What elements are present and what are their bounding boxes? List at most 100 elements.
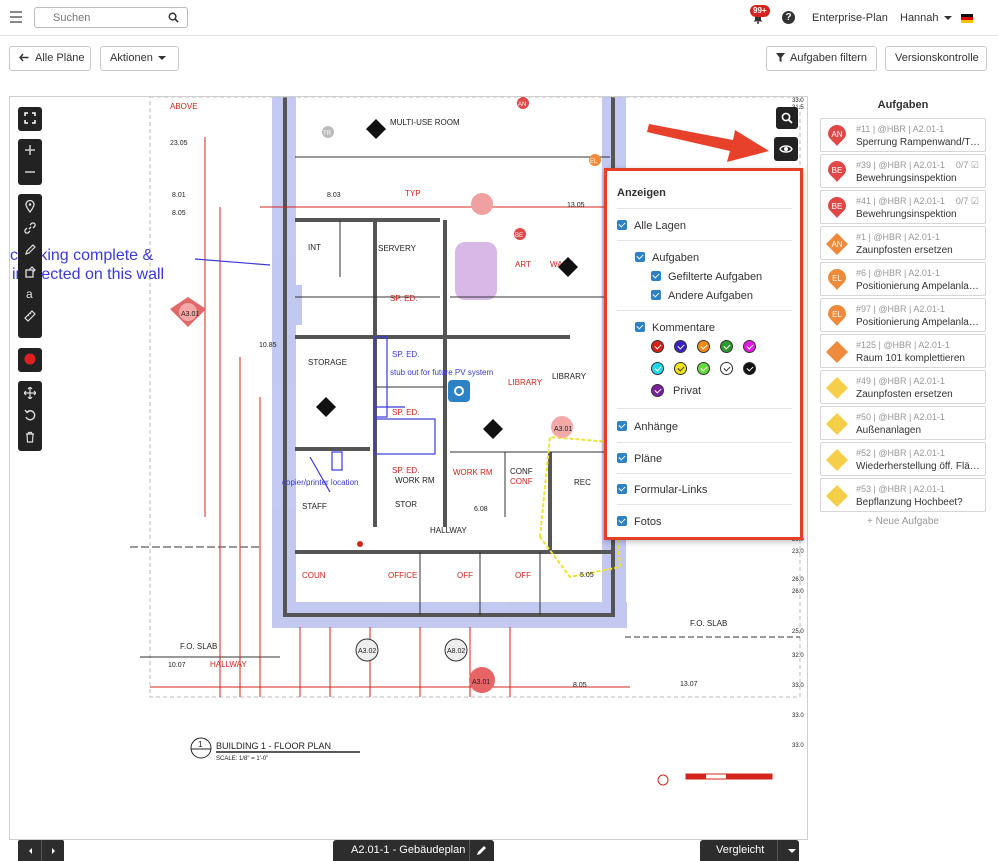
notification-badge[interactable]: 99+ [750,5,770,17]
pin-tool[interactable] [18,195,42,217]
link-tool[interactable] [18,217,42,239]
comment-color-swatch[interactable] [697,362,710,375]
comment-color-swatch[interactable] [743,340,756,353]
checkbox[interactable] [617,484,627,494]
comment-color-swatch[interactable] [674,362,687,375]
svg-text:26.0: 26.0 [792,589,804,595]
task-card[interactable]: #53 | @HBR | A2.01-1 Bepflanzung Hochbeet… [820,478,986,512]
comment-color-swatch[interactable] [651,362,664,375]
markup-text[interactable]: stub out for future PV system [390,368,493,377]
pencil-icon[interactable] [475,845,487,857]
sheet-nav [18,840,64,861]
layer-form-links[interactable]: Formular-Links [617,484,707,496]
checkbox[interactable] [617,453,627,463]
color-picker-button[interactable] [18,348,42,370]
layers-toggle-button[interactable] [774,137,798,161]
link-icon [24,222,36,234]
comment-color-swatch[interactable] [720,340,733,353]
pen-tool[interactable] [18,239,42,261]
measure-tool[interactable] [18,305,42,327]
checkbox[interactable] [617,421,627,431]
checkbox[interactable] [651,290,661,300]
comment-color-swatch[interactable] [674,340,687,353]
search-box[interactable] [34,7,188,28]
layer-attachments[interactable]: Anhänge [617,421,678,433]
new-task-link[interactable]: + Neue Aufgabe [820,516,986,527]
layer-photos[interactable]: Fotos [617,516,662,528]
task-pin-icon: EL [828,269,846,290]
svg-text:10.85: 10.85 [259,342,277,349]
search-input[interactable] [35,8,155,27]
layer-comments[interactable]: Kommentare [635,322,715,334]
svg-text:A3.01: A3.01 [472,679,490,686]
checkbox[interactable] [635,252,645,262]
undo-tool[interactable] [18,404,42,426]
chevron-down-icon[interactable] [788,849,796,853]
task-card[interactable]: #52 | @HBR | A2.01-1 Wiederherstellung öf… [820,442,986,476]
task-card[interactable]: BE #41 | @HBR | A2.01-1 Bewehrungsinspekti… [820,190,986,224]
task-card[interactable]: EL #6 | @HBR | A2.01-1 Positionierung Ampe… [820,262,986,296]
checkbox[interactable] [617,516,627,526]
text-tool[interactable]: a [18,283,42,305]
task-name: Wiederherstellung öff. Fläc... [856,461,980,472]
chevron-left-icon[interactable] [27,847,35,855]
layer-filtered-tasks[interactable]: Gefilterte Aufgaben [651,271,762,283]
markup-text[interactable]: copier/printer location [282,478,358,487]
all-plans-button[interactable]: Alle Pläne [9,46,91,71]
comment-color-swatch[interactable] [720,362,733,375]
filter-tasks-label: Aufgaben filtern [790,52,868,64]
svg-text:6.08: 6.08 [474,506,488,513]
task-card[interactable]: AN #1 | @HBR | A2.01-1 Zaunpfosten ersetze… [820,226,986,260]
german-flag-icon[interactable] [961,14,973,23]
shape-tool[interactable] [18,261,42,283]
help-icon[interactable]: ? [782,11,795,24]
user-name: Hannah [900,12,939,24]
svg-text:13.05: 13.05 [567,202,585,209]
version-control-button[interactable]: Versionskontrolle [885,46,987,71]
task-card[interactable]: BE #39 | @HBR | A2.01-1 Bewehrungsinspekti… [820,154,986,188]
comment-color-swatch[interactable] [697,340,710,353]
fullscreen-button[interactable] [18,107,42,129]
layer-tasks[interactable]: Aufgaben [635,252,699,264]
room-label: HALLWAY [430,526,467,535]
compare-button[interactable]: Vergleicht [700,840,799,861]
delete-tool[interactable] [18,426,42,448]
task-card[interactable]: #125 | @HBR | A2.01-1 Raum 101 komplettie… [820,334,986,368]
checkbox[interactable] [617,220,627,230]
filter-tasks-button[interactable]: Aufgaben filtern [766,46,877,71]
layer-other-tasks[interactable]: Andere Aufgaben [651,290,753,302]
checkbox[interactable] [651,271,661,281]
menu-icon[interactable] [10,11,22,23]
svg-text:A3.02: A3.02 [358,648,376,655]
task-card[interactable]: EL #97 | @HBR | A2.01-1 Positionierung Amp… [820,298,986,332]
layer-all[interactable]: Alle Lagen [617,220,686,232]
comment-color-swatch[interactable] [651,340,664,353]
checkbox[interactable] [635,322,645,332]
plan-task-pins[interactable]: AN BE EL TR [322,97,601,547]
svg-text:33.0: 33.0 [792,683,804,689]
search-icon[interactable] [168,12,179,23]
svg-text:TR: TR [323,131,332,137]
task-meta: #49 | @HBR | A2.01-1 [856,376,945,386]
room-label: F.O. SLAB [690,619,727,628]
svg-text:25.0: 25.0 [792,629,804,635]
comment-color-swatch[interactable] [743,362,756,375]
layer-label: Pläne [634,453,663,465]
zoom-in-button[interactable] [18,139,42,161]
private-color-swatch[interactable] [651,384,664,397]
chevron-right-icon[interactable] [49,847,57,855]
ruler-icon [24,310,36,322]
actions-dropdown[interactable]: Aktionen [100,46,179,71]
task-meta: #50 | @HBR | A2.01-1 [856,412,945,422]
task-card[interactable]: #50 | @HBR | A2.01-1 Außenanlagen [820,406,986,440]
plan-search-button[interactable] [776,107,798,129]
current-sheet-tab[interactable]: A2.01-1 - Gebäudeplan [333,840,494,861]
task-card[interactable]: AN #11 | @HBR | A2.01-1 Sperrung Rampenwan… [820,118,986,152]
task-card[interactable]: #49 | @HBR | A2.01-1 Zaunpfosten ersetzen [820,370,986,404]
room-label: OFF [515,571,531,580]
room-label: SERVERY [378,244,417,253]
layer-plans[interactable]: Pläne [617,453,662,465]
zoom-out-button[interactable] [18,161,42,183]
user-menu[interactable]: Hannah [900,12,952,24]
move-tool[interactable] [18,382,42,404]
